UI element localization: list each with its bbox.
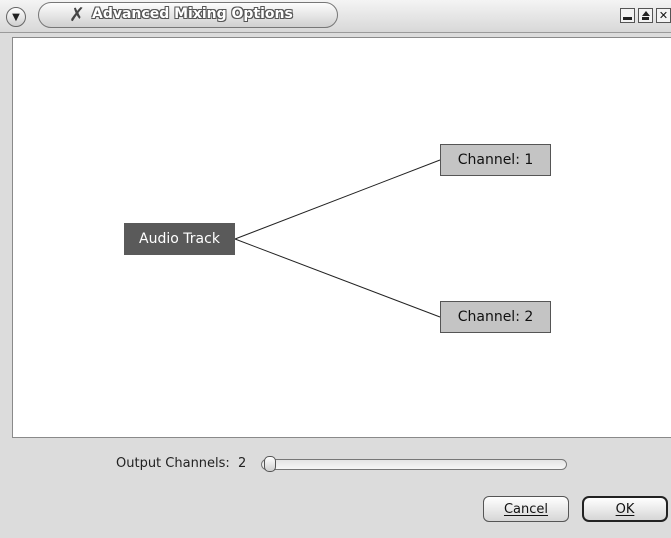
routing-edges (234, 159, 441, 318)
window-controls: ✕ (620, 8, 671, 24)
cancel-button-label: Cancel (503, 501, 549, 517)
output-channels-slider[interactable] (261, 459, 567, 470)
output-channels-label: Output Channels: (116, 456, 230, 471)
maximize-button[interactable] (638, 8, 653, 23)
ok-button-label: OK (615, 501, 635, 517)
title-bar[interactable]: ▼ ✗ Advanced Mixing Options ✕ (0, 0, 671, 33)
audio-track-node[interactable]: Audio Track (124, 223, 235, 255)
minimize-button[interactable] (620, 8, 635, 23)
output-channels-slider-thumb[interactable] (264, 456, 276, 472)
edge-track-to-channel-2 (234, 238, 441, 318)
ok-button[interactable]: OK (582, 496, 668, 522)
window-title: Advanced Mixing Options (92, 6, 293, 22)
close-button[interactable]: ✕ (656, 8, 671, 23)
channel-2-node[interactable]: Channel: 2 (440, 301, 551, 333)
tools-x-icon: ✗ (69, 4, 85, 26)
routing-canvas[interactable]: Audio Track Channel: 1 Channel: 2 (12, 37, 671, 438)
window-menu-button[interactable]: ▼ (6, 7, 26, 27)
close-icon: ✕ (658, 9, 669, 22)
edge-track-to-channel-1 (234, 159, 441, 240)
chevron-down-icon: ▼ (12, 11, 20, 23)
cancel-button[interactable]: Cancel (483, 496, 569, 522)
output-channels-value: 2 (238, 456, 247, 471)
channel-1-node[interactable]: Channel: 1 (440, 144, 551, 176)
